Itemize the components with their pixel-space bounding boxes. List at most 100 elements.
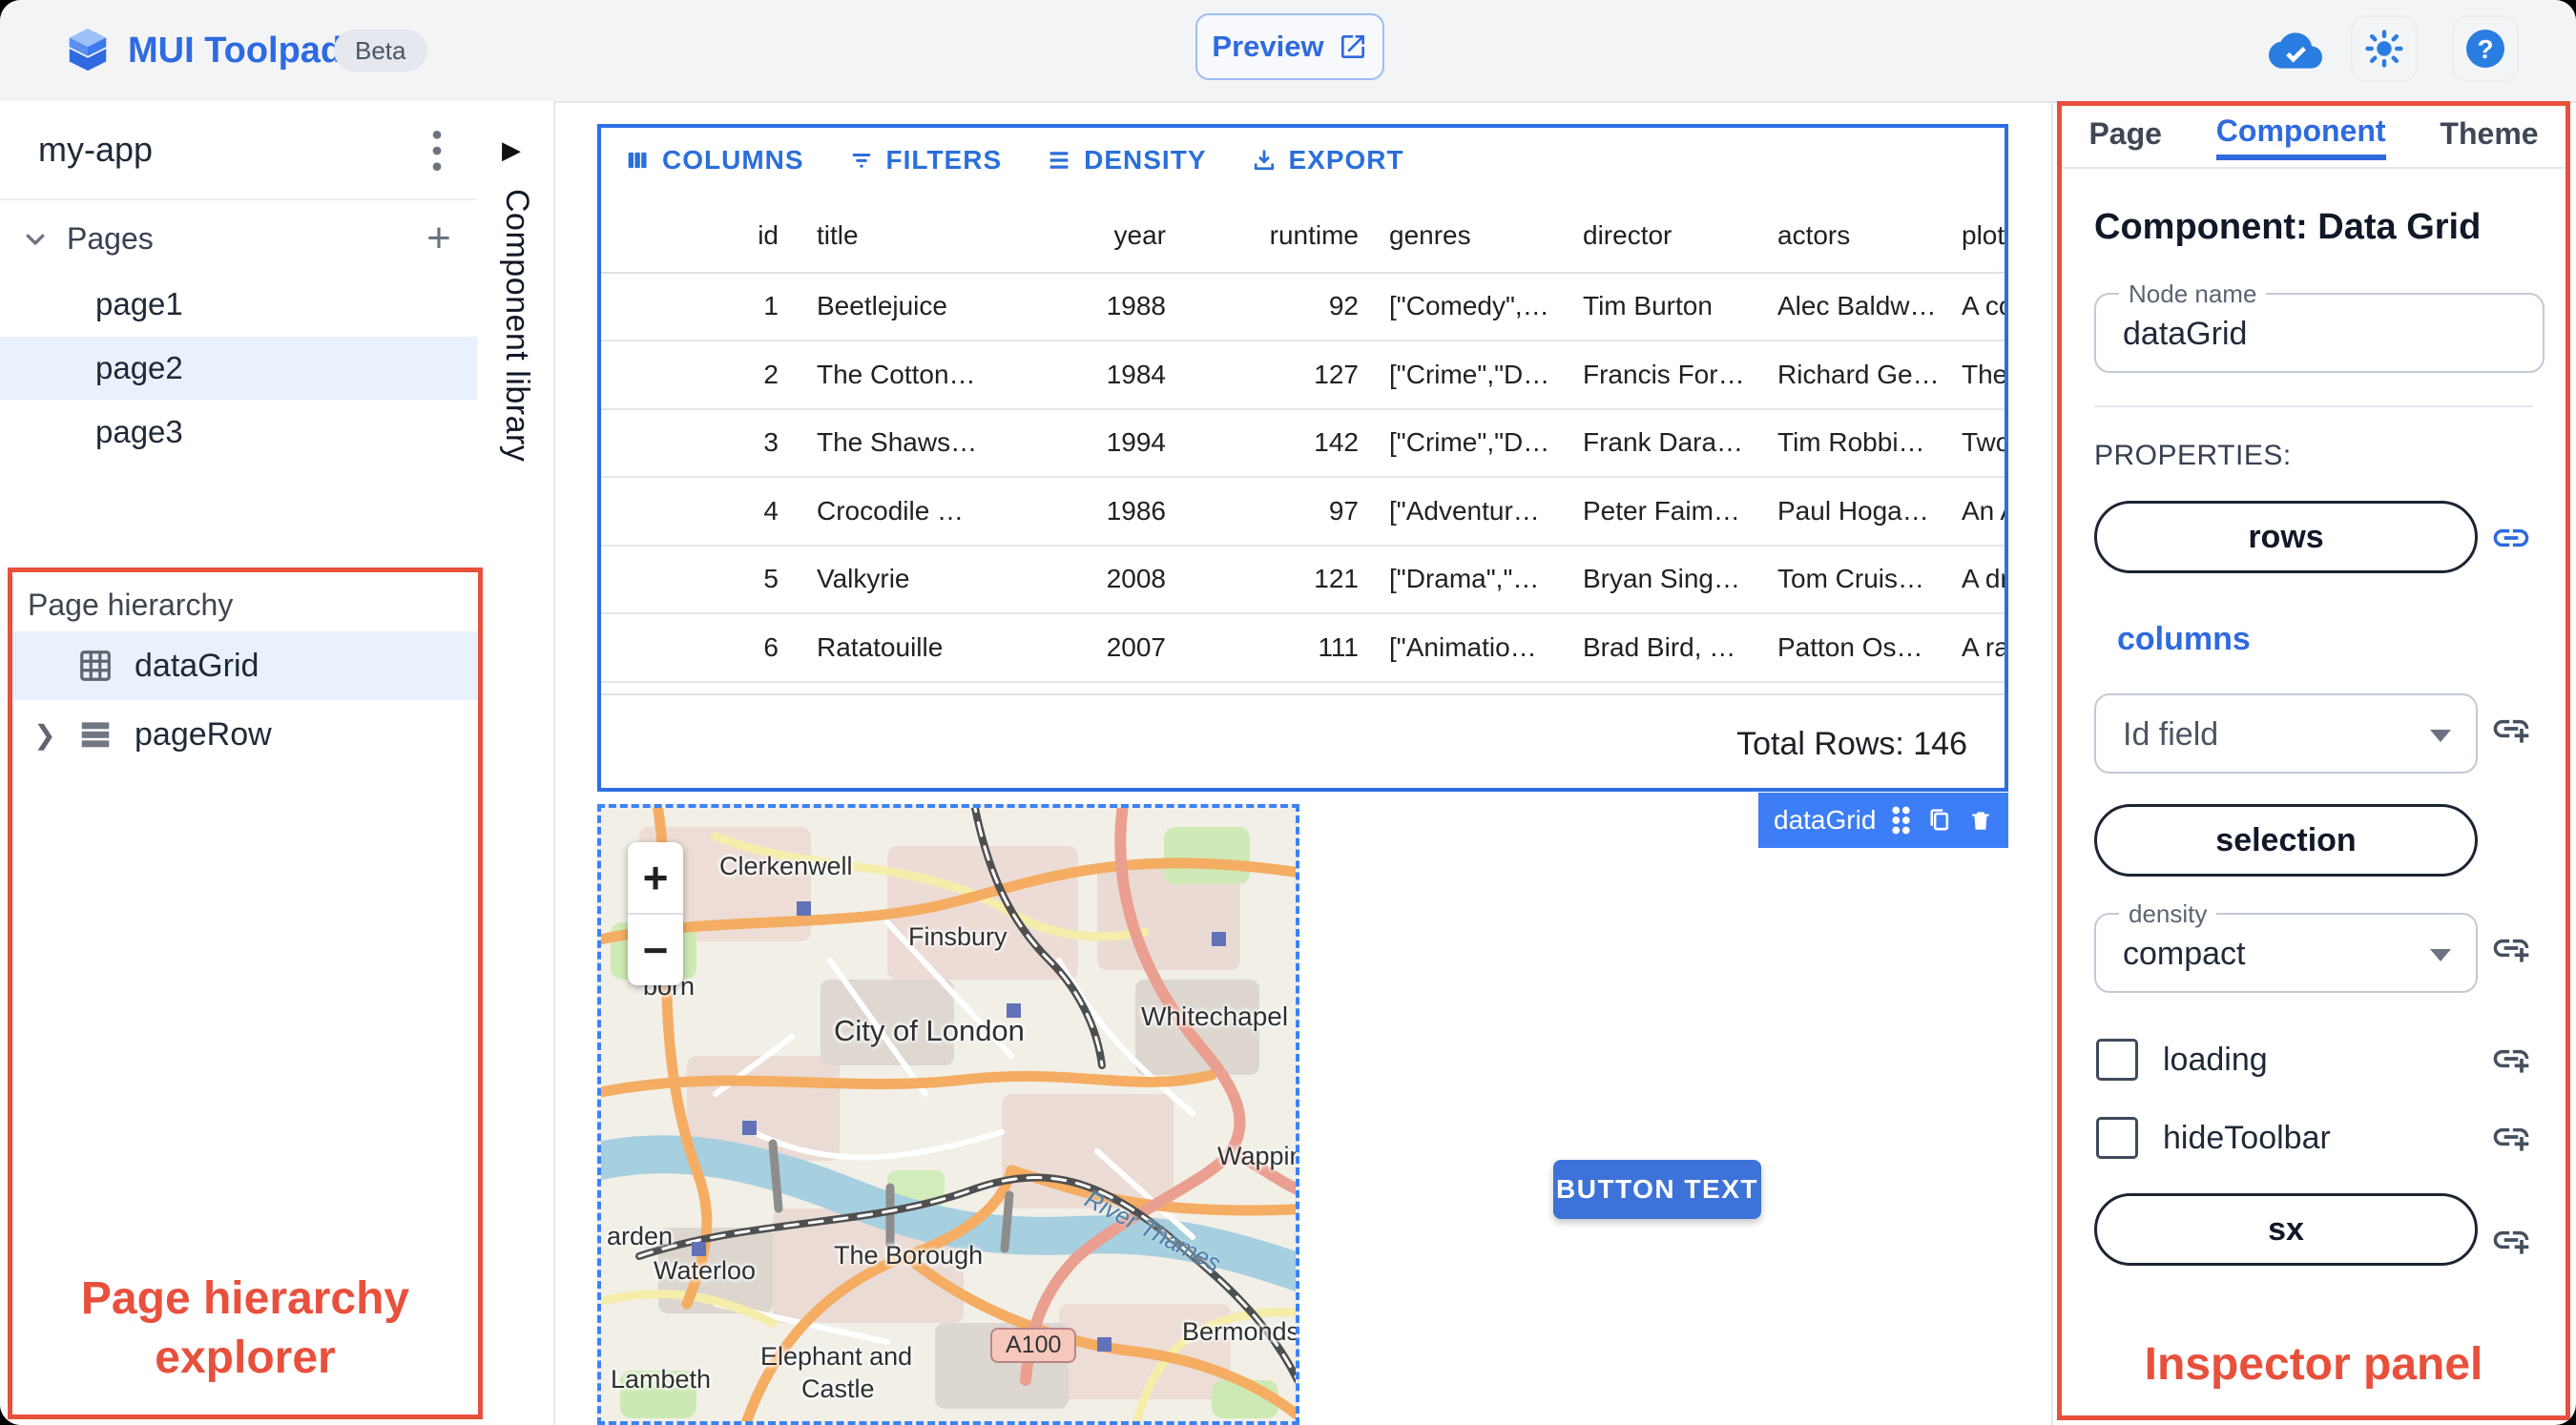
node-name-label: Node name xyxy=(2119,279,2267,309)
road-badge: A100 xyxy=(990,1328,1077,1363)
cell-title: The Shaws… xyxy=(817,427,978,457)
expand-arrow-icon[interactable]: ▶ xyxy=(502,135,521,165)
toolbar-density-button[interactable]: DENSITY xyxy=(1046,145,1206,176)
sx-add-binding-icon[interactable] xyxy=(2490,1219,2532,1261)
mui-toolpad-app: MUI Toolpad Beta Preview ? my-app Pages … xyxy=(0,0,2576,1425)
pages-section-label: Pages xyxy=(67,220,154,256)
column-header-title[interactable]: title xyxy=(817,220,859,251)
hierarchy-item-label: pageRow xyxy=(135,715,272,753)
table-row[interactable]: 5 Valkyrie 2008 121 ["Drama","… Bryan Sing… To… xyxy=(601,545,2005,614)
columns-property-link[interactable]: columns xyxy=(2117,621,2251,658)
cell-plot: An A xyxy=(1962,495,2005,526)
table-row[interactable]: 3 The Shaws… 1994 142 ["Crime","D… Frank Dara… xyxy=(601,408,2005,478)
selection-property-button[interactable]: selection xyxy=(2094,804,2478,877)
tab-component[interactable]: Component xyxy=(2215,114,2386,160)
cell-runtime: 121 xyxy=(1314,564,1359,593)
page-label: page1 xyxy=(95,286,183,321)
map-zoom-control: + − xyxy=(628,842,683,985)
hierarchy-item-dataGrid[interactable]: dataGrid xyxy=(12,631,478,700)
help-button[interactable]: ? xyxy=(2452,15,2519,82)
zoom-out-button[interactable]: − xyxy=(628,915,683,985)
datagrid-header-row: id title year runtime genres director actors pl… xyxy=(601,199,2005,274)
cell-title: The Cotton… xyxy=(817,359,976,389)
sidebar-item-page1[interactable]: page1 xyxy=(0,273,477,336)
delete-icon[interactable] xyxy=(1968,804,1993,836)
tab-page[interactable]: Page xyxy=(2088,116,2161,157)
page-hierarchy-panel: Page hierarchy dataGrid ❯ pageRow Page hie… xyxy=(8,568,483,1419)
table-row[interactable]: 1 Beetlejuice 1988 92 ["Comedy",… Tim Burton A… xyxy=(601,272,2005,341)
zoom-in-button[interactable]: + xyxy=(628,842,683,915)
preview-button[interactable]: Preview xyxy=(1195,13,1384,80)
divider xyxy=(2094,405,2533,407)
loading-add-binding-icon[interactable] xyxy=(2490,1038,2532,1080)
map-place-label: City of London xyxy=(834,1014,1025,1047)
table-row[interactable]: 4 Crocodile … 1986 97 ["Adventur… Peter Faim…… xyxy=(601,477,2005,547)
cell-title: Ratatouille xyxy=(817,631,944,662)
theme-toggle-button[interactable] xyxy=(2351,15,2418,82)
app-header: MUI Toolpad Beta Preview ? xyxy=(0,0,2576,103)
page-hierarchy-annotation: Page hierarchy explorer xyxy=(80,1273,410,1383)
cell-genres: ["Animatio… xyxy=(1389,631,1537,662)
column-header-plot[interactable]: plot xyxy=(1962,220,2005,251)
cell-genres: ["Drama","… xyxy=(1389,564,1540,593)
idfield-add-binding-icon[interactable] xyxy=(2490,708,2532,750)
duplicate-icon[interactable] xyxy=(1926,804,1953,836)
table-row[interactable]: 6 Ratatouille 2007 111 ["Animatio… Brad Bird,… xyxy=(601,613,2005,683)
inspector-divider xyxy=(2051,101,2053,1425)
cell-director: Brad Bird, … xyxy=(1583,631,1736,662)
toolbar-filters-button[interactable]: FILTERS xyxy=(848,145,1003,176)
sx-property-button[interactable]: sx xyxy=(2094,1193,2478,1266)
inspector-annotation: Inspector panel xyxy=(2144,1339,2483,1390)
dropdown-caret-icon xyxy=(2430,949,2451,961)
component-library-panel[interactable]: ▶ Component library xyxy=(477,101,555,1425)
column-header-actors[interactable]: actors xyxy=(1777,220,1850,251)
cell-id: 2 xyxy=(763,359,779,389)
sidebar-item-page3[interactable]: page3 xyxy=(0,401,477,464)
pages-section-header[interactable]: Pages + xyxy=(0,212,477,265)
chevron-right-icon[interactable]: ❯ xyxy=(26,719,64,751)
column-header-year[interactable]: year xyxy=(1114,220,1166,251)
rows-property-button[interactable]: rows xyxy=(2094,501,2478,573)
cell-genres: ["Crime","D… xyxy=(1389,359,1550,389)
table-row[interactable]: 2 The Cotton… 1984 127 ["Crime","D… Francis F… xyxy=(601,341,2005,410)
inspector-tabs: Page Component Theme xyxy=(2062,106,2566,169)
cell-runtime: 92 xyxy=(1328,291,1359,320)
loading-checkbox[interactable] xyxy=(2096,1039,2138,1081)
node-name-value: dataGrid xyxy=(2123,316,2248,352)
toolbar-export-button[interactable]: EXPORT xyxy=(1251,145,1404,176)
cell-director: Frank Dara… xyxy=(1583,427,1744,457)
button-component[interactable]: BUTTON TEXT xyxy=(1553,1160,1761,1219)
cell-director: Bryan Sing… xyxy=(1583,564,1740,593)
tab-theme[interactable]: Theme xyxy=(2440,116,2538,157)
column-header-runtime[interactable]: runtime xyxy=(1270,220,1359,251)
drag-handle-icon[interactable] xyxy=(1891,803,1911,837)
map-place-label: arden xyxy=(607,1222,674,1250)
rows-binding-link-icon[interactable] xyxy=(2490,517,2532,559)
toolbar-button-label: EXPORT xyxy=(1288,145,1404,175)
toolbar-button-label: DENSITY xyxy=(1084,145,1207,175)
cloud-done-icon[interactable] xyxy=(2269,24,2322,77)
datagrid-component[interactable]: COLUMNS FILTERS DENSITY EXPORT id title year r… xyxy=(597,124,2008,792)
column-header-id[interactable]: id xyxy=(758,220,779,251)
column-header-genres[interactable]: genres xyxy=(1389,220,1471,251)
density-select[interactable]: density compact xyxy=(2094,899,2478,993)
open-in-new-icon xyxy=(1340,35,1364,58)
node-name-field[interactable]: Node name dataGrid xyxy=(2094,279,2545,373)
datagrid-footer: Total Rows: 146 xyxy=(601,693,2005,788)
cell-actors: Alec Baldw… xyxy=(1777,291,1937,320)
kebab-icon xyxy=(432,131,442,171)
cell-title: Valkyrie xyxy=(817,564,910,593)
sidebar-item-page2[interactable]: page2 xyxy=(0,337,477,400)
selection-chip-label: dataGrid xyxy=(1774,805,1877,835)
map-component[interactable]: Clerkenwell Finsbury Whitechapel City of Lo… xyxy=(597,804,1299,1425)
hidetoolbar-add-binding-icon[interactable] xyxy=(2490,1116,2532,1158)
export-icon xyxy=(1251,147,1278,174)
column-header-director[interactable]: director xyxy=(1583,220,1672,251)
hierarchy-item-pageRow[interactable]: ❯ pageRow xyxy=(12,700,478,769)
toolbar-columns-button[interactable]: COLUMNS xyxy=(624,145,804,176)
id-field-select[interactable]: Id field xyxy=(2094,693,2478,774)
app-menu-button[interactable] xyxy=(416,126,458,176)
density-add-binding-icon[interactable] xyxy=(2490,927,2532,969)
add-page-button[interactable]: + xyxy=(416,214,462,263)
hidetoolbar-checkbox[interactable] xyxy=(2096,1117,2138,1159)
